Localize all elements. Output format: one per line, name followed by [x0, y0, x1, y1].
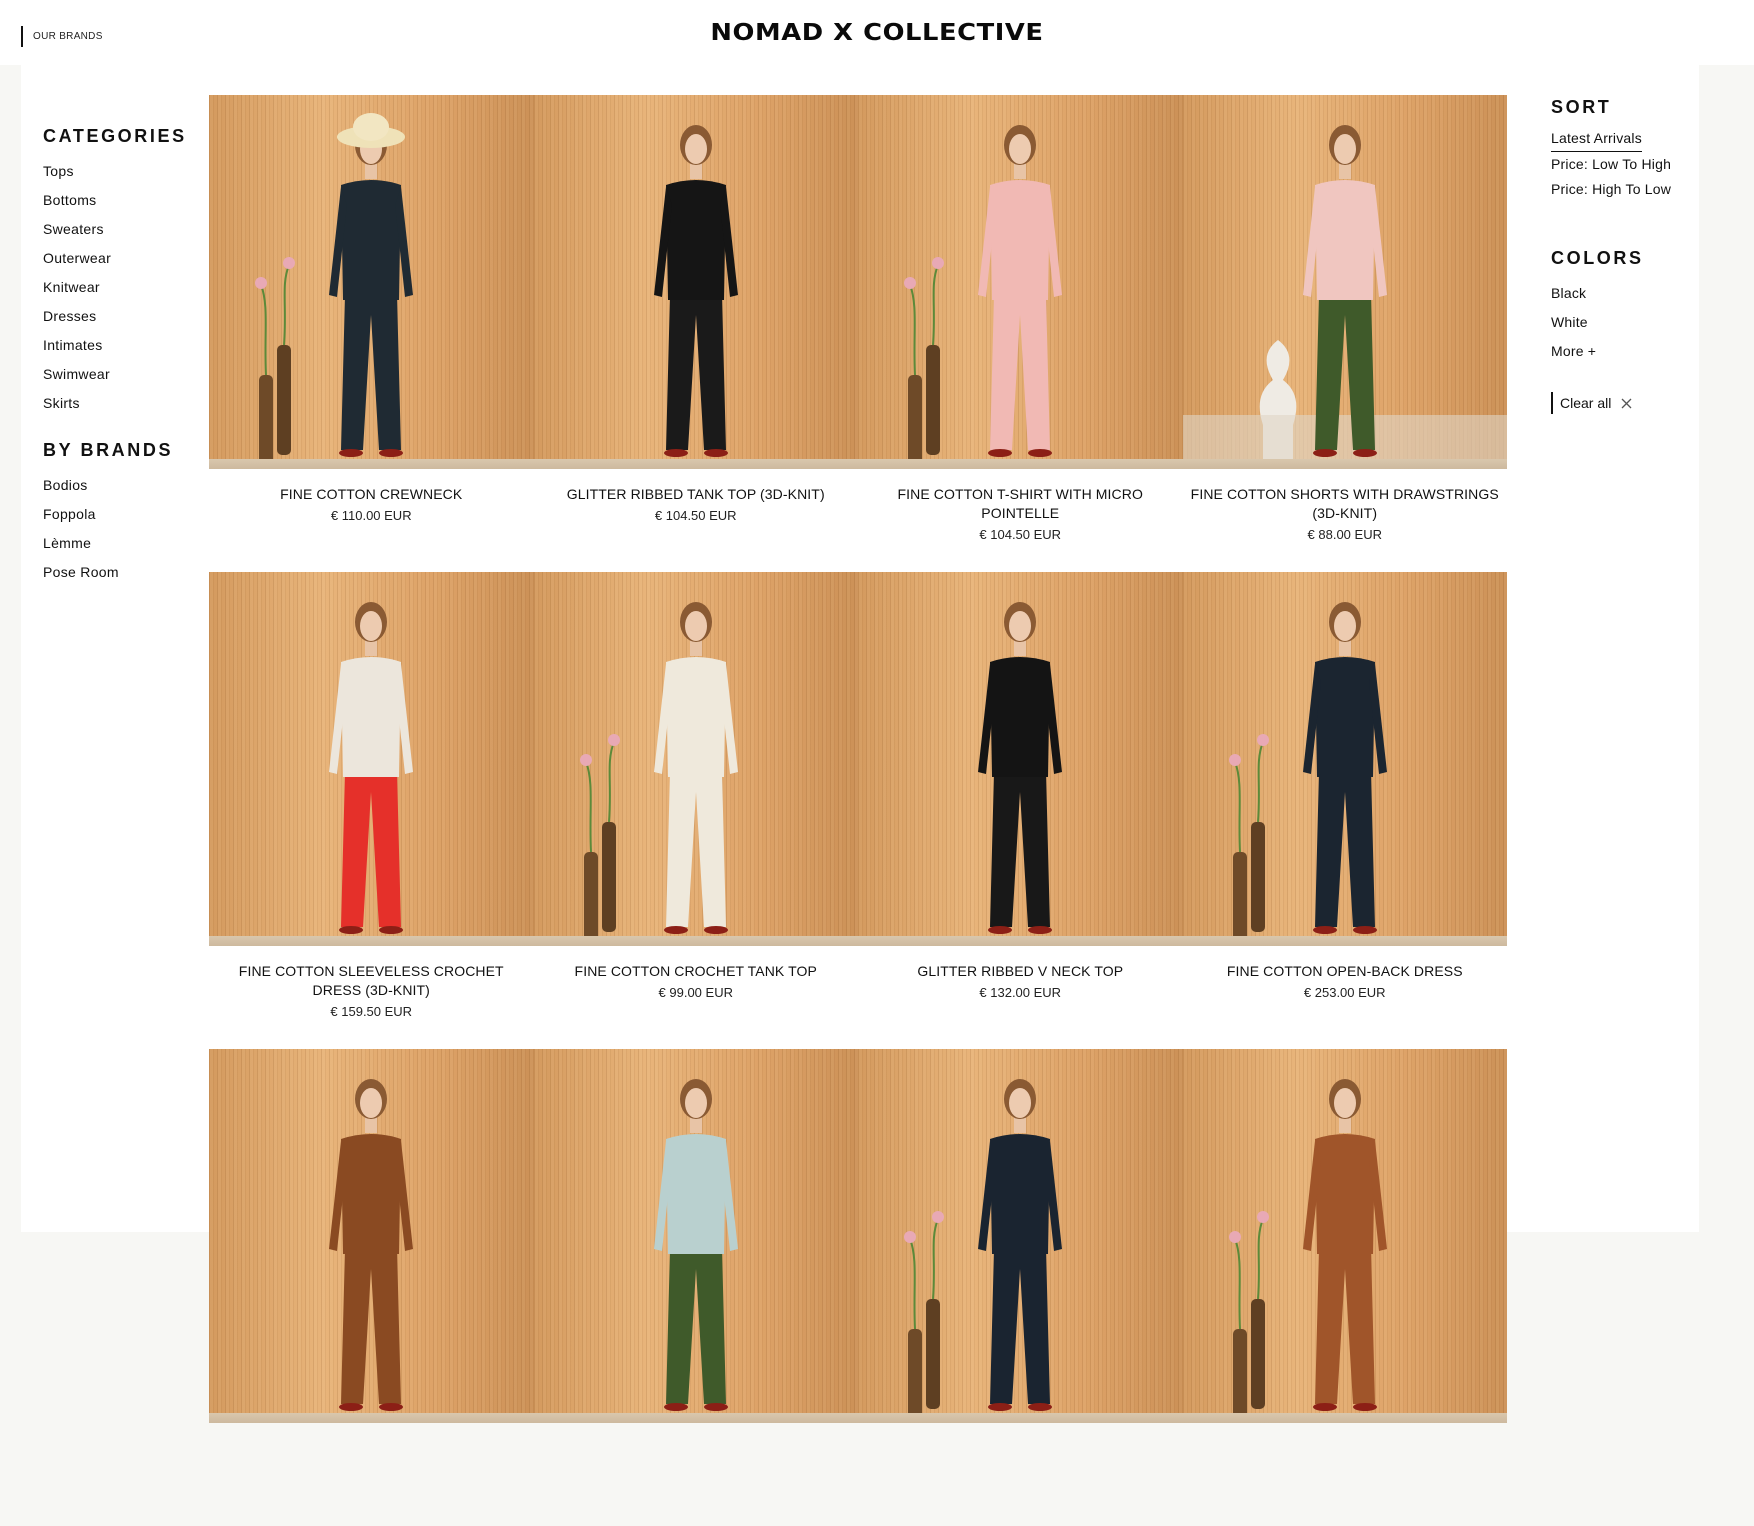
model-photo-illustration	[653, 125, 738, 457]
product-name[interactable]: FINE COTTON CROCHET TANK TOP	[540, 962, 853, 981]
product-card[interactable]: FINE COTTON CROCHET TANK TOP € 99.00 EUR	[533, 572, 858, 1049]
model-photo-illustration	[1182, 125, 1507, 469]
product-price: € 104.50 EUR	[654, 508, 737, 523]
product-price: € 99.00 EUR	[658, 985, 733, 1000]
brand-item-bodios[interactable]: Bodios	[43, 471, 193, 500]
product-name[interactable]: FINE COTTON OPEN-BACK DRESS	[1189, 962, 1502, 981]
product-card[interactable]: GLITTER RIBBED TANK TOP (3D-KNIT) € 104.5…	[533, 95, 858, 572]
sort-latest-arrivals[interactable]: Latest Arrivals	[1551, 128, 1642, 152]
sort-price-low-high[interactable]: Price: Low To High	[1551, 152, 1711, 177]
category-item-outerwear[interactable]: Outerwear	[43, 244, 193, 273]
color-item-black[interactable]: Black	[1551, 279, 1711, 308]
product-image[interactable]	[533, 95, 858, 469]
product-card[interactable]: FINE COTTON T-SHIRT WITH MICRO POINTELLE…	[858, 95, 1183, 572]
brand-item-foppola[interactable]: Foppola	[43, 500, 193, 529]
category-item-bottoms[interactable]: Bottoms	[43, 186, 193, 215]
colors-heading: COLORS	[1551, 248, 1644, 268]
category-item-sweaters[interactable]: Sweaters	[43, 215, 193, 244]
clear-all-label: Clear all	[1560, 395, 1612, 411]
product-image[interactable]	[858, 95, 1183, 469]
product-name[interactable]: GLITTER RIBBED V NECK TOP	[864, 962, 1177, 981]
product-image[interactable]	[1182, 95, 1507, 469]
model-photo-illustration	[904, 125, 1062, 465]
sort-price-high-low[interactable]: Price: High To Low	[1551, 177, 1711, 202]
brands-heading: BY BRANDS	[43, 440, 174, 460]
category-item-tops[interactable]: Tops	[43, 157, 193, 186]
product-card[interactable]: FINE COTTON SHORTS WITH DRAWSTRINGS (3D-…	[1182, 95, 1507, 572]
site-header: OUR BRANDS NOMAD X COLLECTIVE	[0, 0, 1754, 65]
product-image[interactable]	[209, 1049, 534, 1423]
category-item-intimates[interactable]: Intimates	[43, 331, 193, 360]
product-image[interactable]	[209, 572, 534, 946]
sort-sidebar: SORT Latest Arrivals Price: Low To High …	[1551, 97, 1711, 414]
model-photo-illustration	[329, 1079, 413, 1411]
model-photo-illustration	[255, 113, 413, 465]
product-name[interactable]: FINE COTTON SLEEVELESS CROCHET DRESS (3D…	[215, 962, 528, 1000]
categories-heading: CATEGORIES	[43, 126, 187, 146]
sort-list: Latest Arrivals Price: Low To High Price…	[1551, 128, 1711, 202]
clear-all-button[interactable]: Clear all	[1551, 392, 1632, 414]
product-image[interactable]	[858, 1049, 1183, 1423]
model-photo-illustration	[653, 1079, 738, 1411]
product-name[interactable]: FINE COTTON SHORTS WITH DRAWSTRINGS (3D-…	[1189, 485, 1502, 523]
product-image[interactable]	[1182, 1049, 1507, 1423]
category-list: Tops Bottoms Sweaters Outerwear Knitwear…	[43, 157, 193, 418]
brand-item-lemme[interactable]: Lèmme	[43, 529, 193, 558]
product-price: € 104.50 EUR	[979, 527, 1062, 542]
model-photo-illustration	[978, 602, 1062, 934]
model-photo-illustration	[579, 602, 738, 942]
colors-more-button[interactable]: More +	[1551, 337, 1711, 366]
product-name[interactable]: FINE COTTON T-SHIRT WITH MICRO POINTELLE	[864, 485, 1177, 523]
product-price: € 132.00 EUR	[979, 985, 1062, 1000]
product-image[interactable]	[533, 1049, 858, 1423]
product-card[interactable]	[1182, 1049, 1507, 1526]
brand-list: Bodios Foppola Lèmme Pose Room	[43, 471, 193, 587]
product-card[interactable]	[858, 1049, 1183, 1526]
product-name[interactable]: FINE COTTON CREWNECK	[215, 485, 528, 504]
product-name[interactable]: GLITTER RIBBED TANK TOP (3D-KNIT)	[540, 485, 853, 504]
product-card[interactable]: FINE COTTON SLEEVELESS CROCHET DRESS (3D…	[209, 572, 534, 1049]
color-item-white[interactable]: White	[1551, 308, 1711, 337]
model-photo-illustration	[329, 602, 413, 934]
product-price: € 110.00 EUR	[330, 508, 412, 523]
category-item-swimwear[interactable]: Swimwear	[43, 360, 193, 389]
category-item-dresses[interactable]: Dresses	[43, 302, 193, 331]
site-logo[interactable]: NOMAD X COLLECTIVE	[0, 20, 1754, 46]
sort-heading: SORT	[1551, 97, 1612, 117]
product-price: € 88.00 EUR	[1307, 527, 1382, 542]
brand-item-pose-room[interactable]: Pose Room	[43, 558, 193, 587]
product-card[interactable]: FINE COTTON CREWNECK € 110.00 EUR	[209, 95, 534, 572]
model-photo-illustration	[1228, 1079, 1387, 1419]
product-card[interactable]	[533, 1049, 858, 1526]
color-list: Black White More +	[1551, 279, 1711, 366]
product-card[interactable]: GLITTER RIBBED V NECK TOP € 132.00 EUR	[858, 572, 1183, 1049]
product-price: € 159.50 EUR	[330, 1004, 413, 1019]
model-photo-illustration	[904, 1079, 1062, 1419]
product-card[interactable]: FINE COTTON OPEN-BACK DRESS € 253.00 EUR	[1182, 572, 1507, 1049]
filter-sidebar: CATEGORIES Tops Bottoms Sweaters Outerwe…	[43, 126, 193, 587]
model-photo-illustration	[1228, 602, 1387, 942]
category-item-skirts[interactable]: Skirts	[43, 389, 193, 418]
product-card[interactable]	[209, 1049, 534, 1526]
close-icon	[1621, 398, 1632, 408]
product-image[interactable]	[533, 572, 858, 946]
product-grid: FINE COTTON CREWNECK € 110.00 EUR GLITTER…	[209, 95, 1507, 1526]
product-image[interactable]	[858, 572, 1183, 946]
product-price: € 253.00 EUR	[1303, 985, 1386, 1000]
product-image[interactable]	[209, 95, 534, 469]
category-item-knitwear[interactable]: Knitwear	[43, 273, 193, 302]
product-image[interactable]	[1182, 572, 1507, 946]
